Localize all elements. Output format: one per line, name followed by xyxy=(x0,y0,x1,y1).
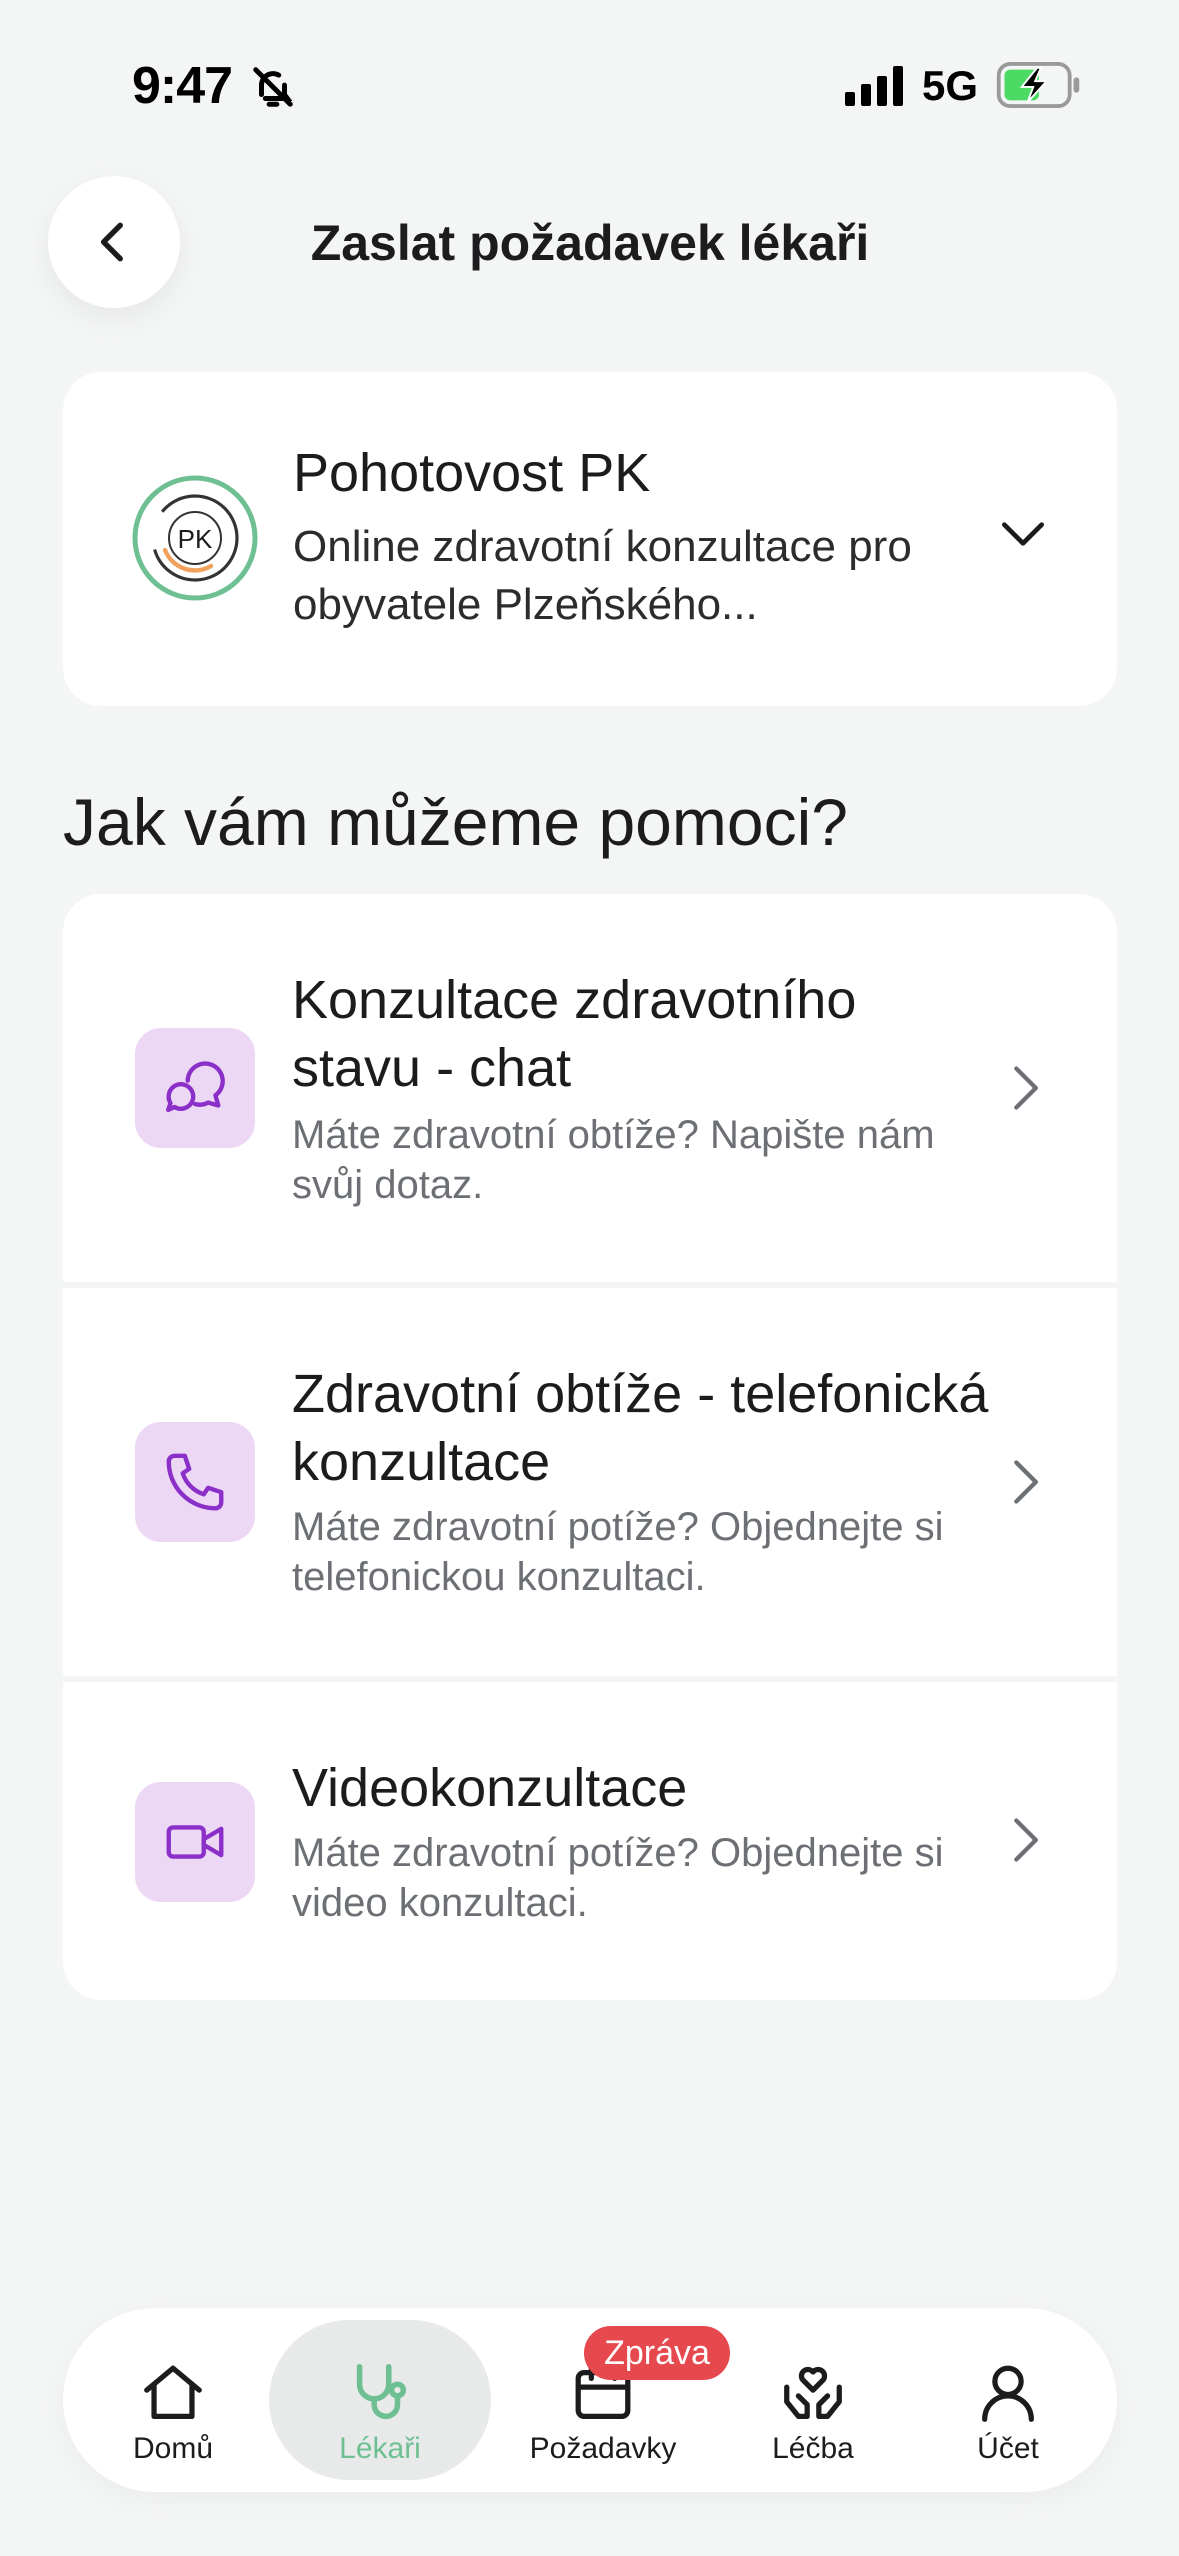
back-button[interactable] xyxy=(48,176,180,308)
chevron-right-icon xyxy=(1014,1818,1039,1862)
chat-bubbles-icon xyxy=(165,1061,225,1113)
video-camera-icon xyxy=(166,1825,224,1859)
chevron-left-icon xyxy=(100,222,123,262)
tab-account[interactable]: Účet xyxy=(903,2320,1113,2480)
provider-description: Online zdravotní konzultace pro obyvatel… xyxy=(293,522,912,629)
option-icon-box xyxy=(135,1422,255,1542)
cellular-signal-icon xyxy=(845,66,903,106)
tab-home[interactable]: Domů xyxy=(63,2320,283,2480)
status-time: 9:47 xyxy=(132,57,233,115)
tab-label: Účet xyxy=(977,2432,1039,2465)
tab-treatment[interactable]: Léčba xyxy=(703,2320,923,2480)
provider-logo-text: PK xyxy=(178,524,213,554)
option-chat-consultation[interactable]: Konzultace zdravotního stavu - chat Máte… xyxy=(63,894,1117,1282)
provider-selector[interactable]: PK Pohotovost PK Online zdravotní konzul… xyxy=(63,372,1117,706)
options-list: Konzultace zdravotního stavu - chat Máte… xyxy=(63,894,1117,2000)
status-bar: 9:47 5G xyxy=(0,0,1179,170)
option-subtitle: Máte zdravotní potíže? Objednejte si vid… xyxy=(292,1831,944,1925)
tab-label: Lékaři xyxy=(339,2432,421,2465)
bell-muted-icon xyxy=(253,67,293,107)
provider-name: Pohotovost PK xyxy=(293,443,651,503)
tab-label: Léčba xyxy=(772,2432,854,2465)
user-icon xyxy=(982,2365,1034,2422)
option-subtitle: Máte zdravotní obtíže? Napište nám svůj … xyxy=(292,1113,935,1207)
battery-charging-icon xyxy=(996,62,1080,108)
tab-label: Domů xyxy=(132,2432,214,2465)
option-icon-box xyxy=(135,1028,255,1148)
option-subtitle: Máte zdravotní potíže? Objednejte si tel… xyxy=(292,1505,944,1599)
page-title: Zaslat požadavek lékaři xyxy=(310,215,870,271)
option-title: Videokonzultace xyxy=(292,1758,688,1818)
notification-badge: Zpráva xyxy=(584,2326,730,2380)
network-type: 5G xyxy=(922,62,979,109)
heart-hands-icon xyxy=(784,2366,842,2419)
chevron-right-icon xyxy=(1014,1066,1039,1110)
option-title: Zdravotní obtíže - telefonická konzultac… xyxy=(292,1364,989,1492)
tab-label: Požadavky xyxy=(529,2432,677,2465)
option-title: Konzultace zdravotního stavu - chat xyxy=(292,970,857,1098)
phone-icon xyxy=(166,1453,224,1511)
provider-logo: PK xyxy=(132,475,258,601)
option-phone-consultation[interactable]: Zdravotní obtíže - telefonická konzultac… xyxy=(63,1288,1117,1676)
option-video-consultation[interactable]: Videokonzultace Máte zdravotní potíže? O… xyxy=(63,1682,1117,2000)
stethoscope-icon xyxy=(356,2363,407,2420)
chevron-right-icon xyxy=(1014,1460,1039,1504)
option-icon-box xyxy=(135,1782,255,1902)
tab-doctors[interactable]: Lékaři xyxy=(269,2320,491,2480)
chevron-down-icon[interactable] xyxy=(995,506,1051,562)
section-heading: Jak vám můžeme pomoci? xyxy=(63,785,848,859)
home-icon xyxy=(144,2365,202,2419)
